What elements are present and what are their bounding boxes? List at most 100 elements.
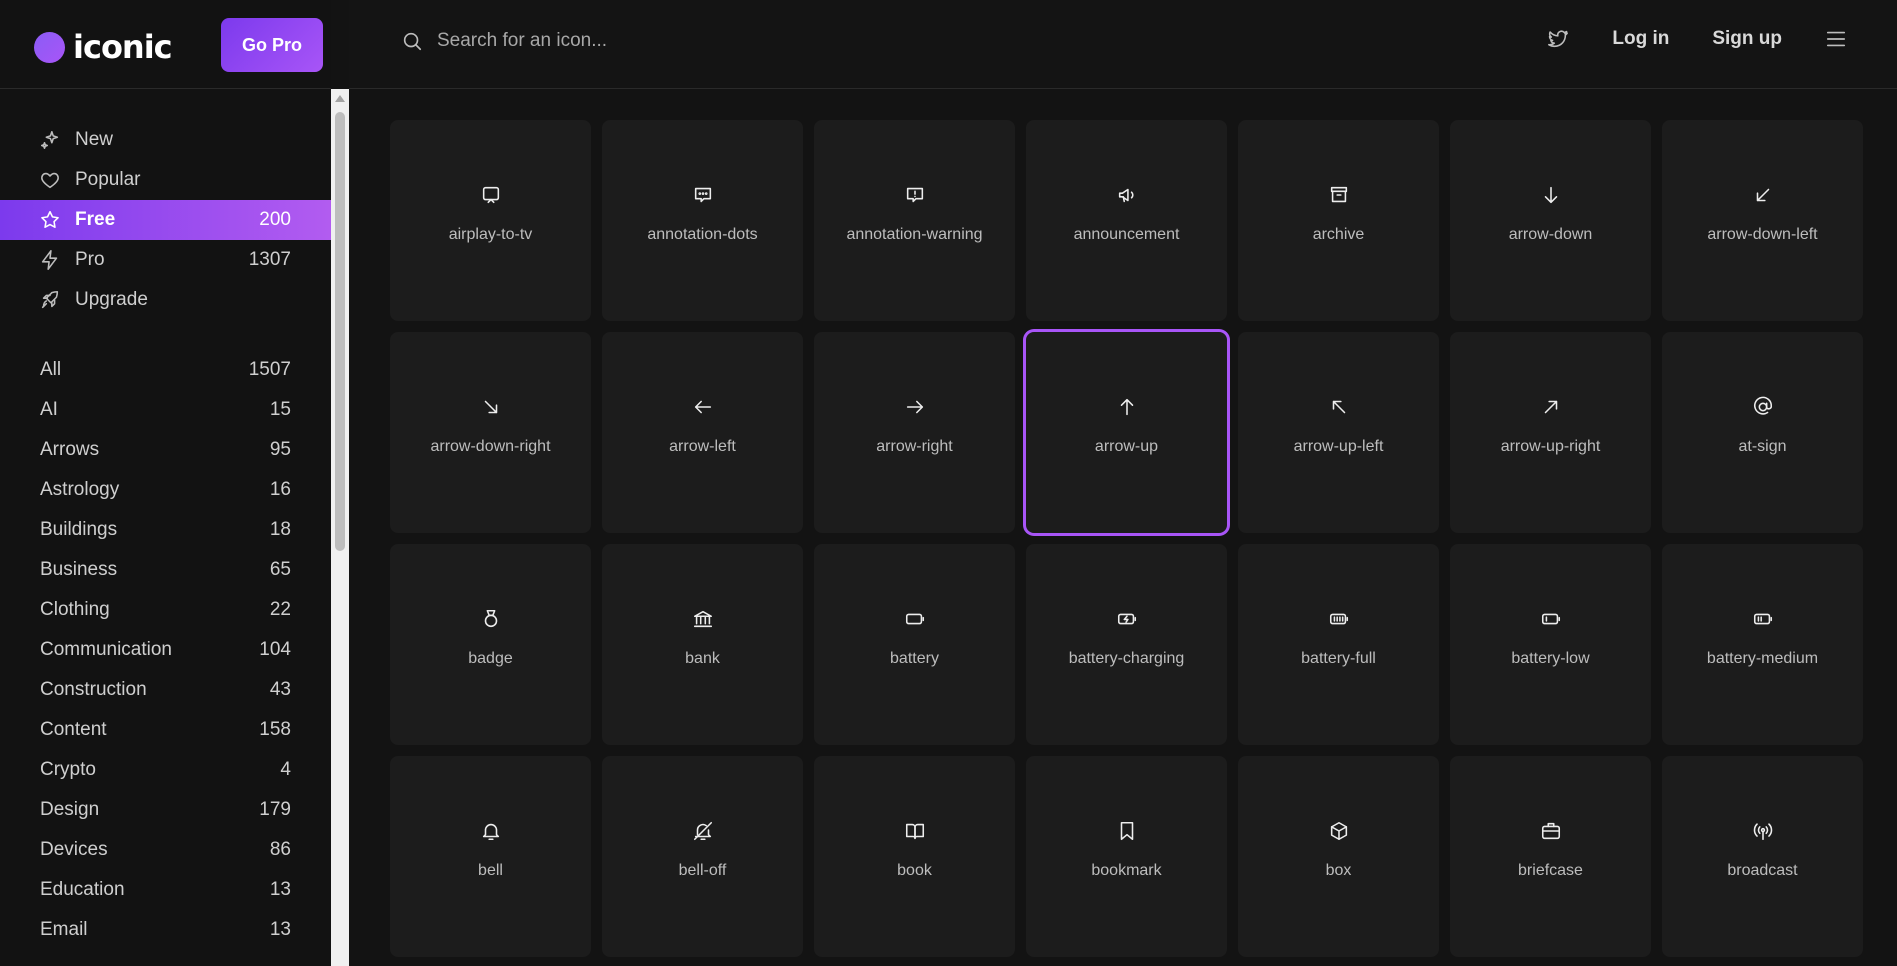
category-label: Business (40, 559, 118, 580)
icon-tile-arrow-left[interactable]: arrow-left (602, 332, 803, 533)
icon-tile-label: arrow-up (1094, 438, 1159, 455)
icon-tile-label: battery-medium (1706, 650, 1819, 667)
icon-tile-archive[interactable]: archive (1238, 120, 1439, 321)
category-count: 65 (269, 559, 291, 580)
category-item-buildings[interactable]: Buildings 18 (0, 510, 331, 550)
category-item-clothing[interactable]: Clothing 22 (0, 590, 331, 630)
icon-tile-briefcase[interactable]: briefcase (1450, 756, 1651, 957)
icon-tile-annotation-warning[interactable]: annotation-warning (814, 120, 1015, 321)
category-count: 86 (269, 839, 291, 860)
bookmark-icon (1115, 819, 1139, 843)
rocket-icon (38, 288, 62, 312)
icon-tile-label: arrow-up-right (1500, 438, 1601, 455)
arrow-down-right-icon (479, 395, 503, 419)
box-icon (1327, 819, 1351, 843)
category-item-crypto[interactable]: Crypto 4 (0, 750, 331, 790)
search-input[interactable] (437, 30, 937, 52)
icon-tile-arrow-down-right[interactable]: arrow-down-right (390, 332, 591, 533)
category-label: Design (40, 799, 100, 820)
category-count: 43 (269, 679, 291, 700)
category-item-devices[interactable]: Devices 86 (0, 830, 331, 870)
nav-item-popular[interactable]: Popular (0, 160, 331, 200)
category-count: 18 (269, 519, 291, 540)
icon-tile-arrow-down-left[interactable]: arrow-down-left (1662, 120, 1863, 321)
arrow-right-icon (903, 395, 927, 419)
bell-icon (479, 819, 503, 843)
nav-item-label: Free (75, 209, 116, 230)
icon-tile-label: badge (468, 650, 513, 667)
icon-tile-announcement[interactable]: announcement (1026, 120, 1227, 321)
category-item-email[interactable]: Email 13 (0, 910, 331, 950)
category-item-construction[interactable]: Construction 43 (0, 670, 331, 710)
category-item-education[interactable]: Education 13 (0, 870, 331, 910)
scroll-up-arrow-icon[interactable] (335, 95, 345, 102)
icon-tile-bell-off[interactable]: bell-off (602, 756, 803, 957)
icon-tile-label: archive (1312, 226, 1365, 243)
icon-tile-bookmark[interactable]: bookmark (1026, 756, 1227, 957)
icon-tile-arrow-right[interactable]: arrow-right (814, 332, 1015, 533)
twitter-icon[interactable] (1547, 28, 1569, 50)
icon-tile-airplay-to-tv[interactable]: airplay-to-tv (390, 120, 591, 321)
category-label: Astrology (40, 479, 120, 500)
logo-text: iconic (73, 28, 173, 66)
icon-tile-at-sign[interactable]: at-sign (1662, 332, 1863, 533)
category-label: Education (40, 879, 125, 900)
icon-tile-arrow-up-left[interactable]: arrow-up-left (1238, 332, 1439, 533)
category-item-ai[interactable]: AI 15 (0, 390, 331, 430)
primary-nav: New Popular Free 200 Pro 1307 Upgrade (0, 120, 331, 320)
icon-tile-arrow-up-right[interactable]: arrow-up-right (1450, 332, 1651, 533)
sparkle-icon (38, 128, 62, 152)
icon-tile-label: box (1325, 862, 1352, 879)
icon-tile-bank[interactable]: bank (602, 544, 803, 745)
icon-tile-label: arrow-left (669, 438, 736, 455)
bank-icon (691, 607, 715, 631)
icon-tile-battery-low[interactable]: battery-low (1450, 544, 1651, 745)
icon-tile-broadcast[interactable]: broadcast (1662, 756, 1863, 957)
category-label: Construction (40, 679, 147, 700)
icon-tile-label: battery-full (1301, 650, 1376, 667)
airplay-to-tv-icon (479, 183, 503, 207)
icon-tile-annotation-dots[interactable]: annotation-dots (602, 120, 803, 321)
go-pro-button[interactable]: Go Pro (221, 18, 323, 72)
icon-tile-box[interactable]: box (1238, 756, 1439, 957)
icon-tile-battery[interactable]: battery (814, 544, 1015, 745)
category-label: Email (40, 919, 88, 940)
category-count: 13 (269, 919, 291, 940)
nav-item-pro[interactable]: Pro 1307 (0, 240, 331, 280)
icon-tile-battery-charging[interactable]: battery-charging (1026, 544, 1227, 745)
bolt-icon (38, 248, 62, 272)
category-item-all[interactable]: All 1507 (0, 350, 331, 390)
briefcase-icon (1539, 819, 1563, 843)
icon-tile-label: battery-charging (1068, 650, 1185, 667)
icon-tile-arrow-up[interactable]: arrow-up (1026, 332, 1227, 533)
category-item-astrology[interactable]: Astrology 16 (0, 470, 331, 510)
icon-tile-label: arrow-right (876, 438, 953, 455)
category-item-arrows[interactable]: Arrows 95 (0, 430, 331, 470)
category-item-communication[interactable]: Communication 104 (0, 630, 331, 670)
heart-icon (38, 168, 62, 192)
icon-tile-bell[interactable]: bell (390, 756, 591, 957)
icon-tile-label: annotation-dots (647, 226, 758, 243)
signup-link[interactable]: Sign up (1712, 28, 1782, 50)
hamburger-menu-icon[interactable] (1825, 28, 1847, 50)
category-label: Arrows (40, 439, 100, 460)
login-link[interactable]: Log in (1612, 28, 1669, 50)
icon-tile-book[interactable]: book (814, 756, 1015, 957)
nav-item-upgrade[interactable]: Upgrade (0, 280, 331, 320)
icon-tile-battery-full[interactable]: battery-full (1238, 544, 1439, 745)
logo[interactable]: iconic (34, 28, 173, 66)
category-item-content[interactable]: Content 158 (0, 710, 331, 750)
nav-item-free[interactable]: Free 200 (0, 200, 331, 240)
sidebar-scrollbar[interactable] (331, 89, 349, 966)
category-item-design[interactable]: Design 179 (0, 790, 331, 830)
arrow-up-right-icon (1539, 395, 1563, 419)
icon-tile-badge[interactable]: badge (390, 544, 591, 745)
scroll-thumb[interactable] (335, 112, 345, 551)
nav-item-new[interactable]: New (0, 120, 331, 160)
icon-tile-arrow-down[interactable]: arrow-down (1450, 120, 1651, 321)
icon-tile-label: briefcase (1518, 862, 1583, 879)
category-item-business[interactable]: Business 65 (0, 550, 331, 590)
nav-item-label: New (75, 129, 114, 150)
icon-tile-battery-medium[interactable]: battery-medium (1662, 544, 1863, 745)
icon-tile-label: arrow-down-right (430, 438, 551, 455)
